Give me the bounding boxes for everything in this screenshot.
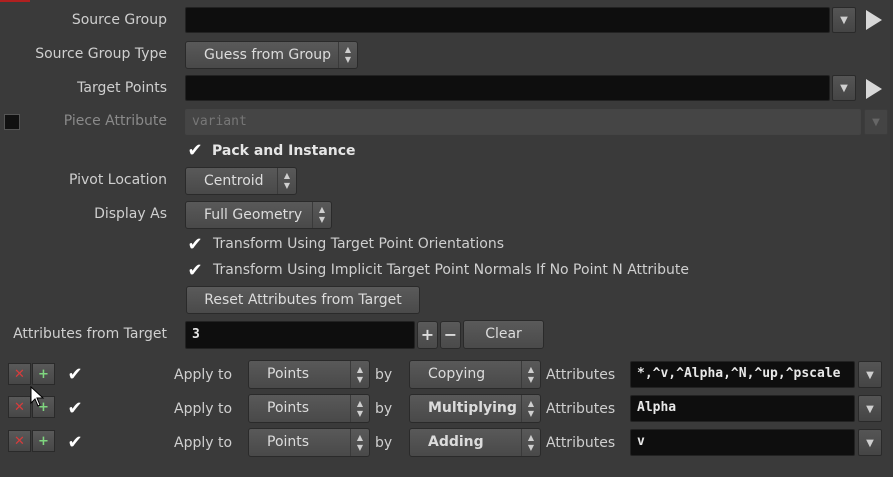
display-as-value: Full Geometry xyxy=(204,207,303,223)
transform-orientations-checkbox[interactable]: ✔ xyxy=(186,235,204,255)
chevron-down-icon: ▼ xyxy=(840,83,848,94)
display-as-menu[interactable]: Full Geometry ▲ ▼ xyxy=(185,201,332,229)
row-1-apply-value: Points xyxy=(267,366,310,382)
mouse-cursor-icon xyxy=(30,386,45,407)
row-1-remove-button[interactable]: ✕ xyxy=(8,363,31,385)
row-2-attributes-dropdown[interactable]: ▼ xyxy=(858,395,882,422)
updown-arrows-icon: ▲ ▼ xyxy=(350,429,369,456)
row-1-attributes-dropdown[interactable]: ▼ xyxy=(858,361,882,388)
source-group-type-menu[interactable]: Guess from Group ▲ ▼ xyxy=(185,41,358,69)
row-3-remove-button[interactable]: ✕ xyxy=(8,430,31,452)
row-2-apply-menu[interactable]: Points ▲ ▼ xyxy=(248,394,370,423)
updown-arrows-icon: ▲ ▼ xyxy=(521,395,540,422)
row-1-apply-label: Apply to xyxy=(174,367,233,383)
pivot-location-label: Pivot Location xyxy=(68,172,167,188)
row-1-attributes-label: Attributes xyxy=(546,367,616,383)
source-group-dropdown[interactable]: ▼ xyxy=(832,7,856,33)
clear-button[interactable]: Clear xyxy=(463,320,544,349)
row-3-apply-menu[interactable]: Points ▲ ▼ xyxy=(248,428,370,457)
row-1-by-label: by xyxy=(375,367,393,383)
piece-attribute-label: Piece Attribute xyxy=(63,113,167,129)
attributes-from-target-label: Attributes from Target xyxy=(13,326,167,342)
pack-and-instance-checkbox[interactable]: ✔ xyxy=(186,141,204,161)
updown-arrows-icon: ▲ ▼ xyxy=(277,168,296,194)
row-2-method-value: Multiplying xyxy=(428,400,517,416)
chevron-down-icon: ▼ xyxy=(866,438,874,449)
row-3-attributes-label: Attributes xyxy=(546,435,616,451)
row-1-method-menu[interactable]: Copying ▲ ▼ xyxy=(409,360,541,389)
updown-arrows-icon: ▲ ▼ xyxy=(521,361,540,388)
source-group-select-pointer-icon[interactable] xyxy=(866,10,882,30)
row-1-insert-button[interactable]: + xyxy=(32,363,55,385)
row-3-by-label: by xyxy=(375,435,393,451)
row-1-apply-menu[interactable]: Points ▲ ▼ xyxy=(248,360,370,389)
plus-icon: + xyxy=(420,325,435,344)
add-attribute-button[interactable]: + xyxy=(417,321,438,349)
chevron-down-icon: ▼ xyxy=(840,15,848,26)
updown-arrows-icon: ▲ ▼ xyxy=(521,429,540,456)
insert-plus-icon: + xyxy=(38,366,49,382)
piece-attribute-input[interactable]: variant xyxy=(185,109,861,135)
row-1-method-value: Copying xyxy=(428,366,486,382)
piece-attribute-dropdown[interactable]: ▼ xyxy=(864,109,888,135)
updown-arrows-icon: ▲ ▼ xyxy=(350,361,369,388)
source-group-type-label: Source Group Type xyxy=(35,46,167,62)
pivot-location-value: Centroid xyxy=(204,173,264,189)
updown-arrows-icon: ▲ ▼ xyxy=(312,202,331,228)
updown-arrows-icon: ▲ ▼ xyxy=(338,42,357,68)
row-2-by-label: by xyxy=(375,401,393,417)
target-points-select-pointer-icon[interactable] xyxy=(866,79,882,99)
row-1-enable-checkbox[interactable]: ✔ xyxy=(66,365,84,385)
attributes-count-input[interactable]: 3 xyxy=(185,321,415,349)
pivot-location-menu[interactable]: Centroid ▲ ▼ xyxy=(185,167,297,195)
top-accent xyxy=(0,0,30,2)
target-points-input[interactable] xyxy=(185,75,830,101)
display-as-label: Display As xyxy=(94,206,167,222)
row-2-apply-label: Apply to xyxy=(174,401,233,417)
row-3-apply-label: Apply to xyxy=(174,435,233,451)
row-3-method-menu[interactable]: Adding ▲ ▼ xyxy=(409,428,541,457)
reset-attributes-button[interactable]: Reset Attributes from Target xyxy=(186,286,420,314)
row-3-attributes-input[interactable]: v xyxy=(630,429,855,456)
transform-normals-checkbox[interactable]: ✔ xyxy=(186,261,204,281)
row-2-remove-button[interactable]: ✕ xyxy=(8,396,31,418)
row-3-insert-button[interactable]: + xyxy=(32,430,55,452)
row-1-attributes-input[interactable]: *,^v,^Alpha,^N,^up,^pscale xyxy=(630,361,855,388)
source-group-type-value: Guess from Group xyxy=(204,47,332,63)
row-3-attributes-dropdown[interactable]: ▼ xyxy=(858,429,882,456)
row-3-apply-value: Points xyxy=(267,434,310,450)
remove-x-icon: ✕ xyxy=(14,433,25,449)
row-2-attributes-input[interactable]: Alpha xyxy=(630,395,855,422)
target-points-dropdown[interactable]: ▼ xyxy=(832,75,856,101)
chevron-down-icon: ▼ xyxy=(866,370,874,381)
chevron-down-icon: ▼ xyxy=(872,117,880,128)
row-2-apply-value: Points xyxy=(267,400,310,416)
remove-x-icon: ✕ xyxy=(14,399,25,415)
remove-attribute-button[interactable]: − xyxy=(440,321,461,349)
source-group-input[interactable] xyxy=(185,7,830,33)
chevron-down-icon: ▼ xyxy=(866,404,874,415)
transform-orientations-label: Transform Using Target Point Orientation… xyxy=(213,236,505,252)
target-points-label: Target Points xyxy=(77,80,167,96)
pack-and-instance-label: Pack and Instance xyxy=(212,143,356,159)
row-3-enable-checkbox[interactable]: ✔ xyxy=(66,433,84,453)
row-2-attributes-label: Attributes xyxy=(546,401,616,417)
updown-arrows-icon: ▲ ▼ xyxy=(350,395,369,422)
remove-x-icon: ✕ xyxy=(14,366,25,382)
transform-normals-label: Transform Using Implicit Target Point No… xyxy=(213,262,690,278)
row-3-method-value: Adding xyxy=(428,434,484,450)
row-2-enable-checkbox[interactable]: ✔ xyxy=(66,399,84,419)
source-group-label: Source Group xyxy=(71,12,167,28)
insert-plus-icon: + xyxy=(38,433,49,449)
minus-icon: − xyxy=(443,325,458,344)
row-2-method-menu[interactable]: Multiplying ▲ ▼ xyxy=(409,394,541,423)
